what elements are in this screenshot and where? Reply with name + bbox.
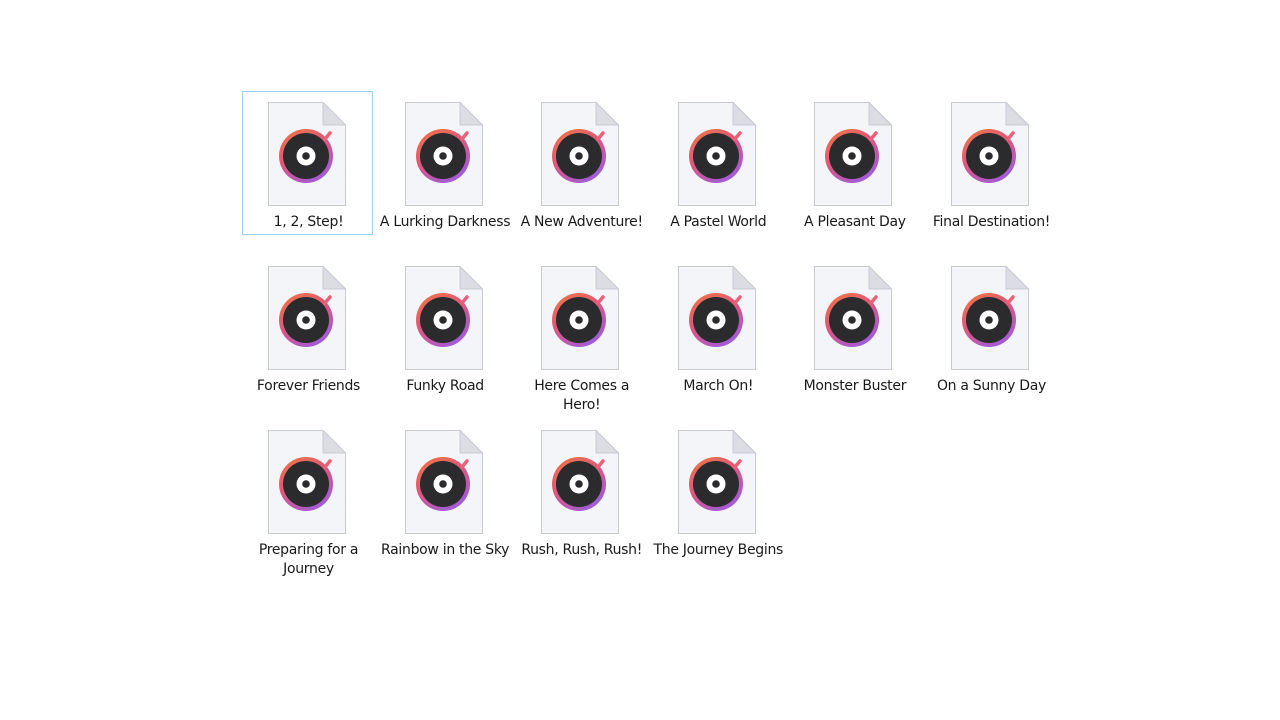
file-name-label: On a Sunny Day bbox=[936, 378, 1046, 394]
file-explorer-content: 1, 2, Step! A Lurking Darkness A New Adven… bbox=[0, 0, 1280, 720]
music-disc-file-icon bbox=[814, 265, 894, 370]
file-name-label: March On! bbox=[683, 378, 754, 394]
music-disc-file-icon bbox=[404, 265, 484, 370]
file-item[interactable]: Final Destination! bbox=[925, 91, 1056, 235]
file-item[interactable]: On a Sunny Day bbox=[925, 255, 1056, 399]
file-item[interactable]: A Lurking Darkness bbox=[379, 91, 511, 235]
music-disc-file-icon bbox=[541, 101, 620, 206]
file-name-label: Here Comes a Hero! bbox=[534, 378, 630, 413]
file-item[interactable]: Monster Buster bbox=[788, 255, 919, 399]
music-disc-file-icon bbox=[268, 265, 347, 370]
file-name-label: Final Destination! bbox=[932, 214, 1051, 230]
file-name-label: Forever Friends bbox=[256, 378, 361, 394]
music-disc-file-icon bbox=[404, 429, 484, 534]
music-disc-file-icon bbox=[541, 265, 620, 370]
music-disc-file-icon bbox=[541, 429, 620, 534]
file-name-label: A New Adventure! bbox=[520, 214, 644, 230]
music-disc-file-icon bbox=[950, 101, 1030, 206]
file-name-label: A Pastel World bbox=[670, 214, 767, 230]
music-disc-file-icon bbox=[814, 101, 894, 206]
file-item[interactable]: A New Adventure! bbox=[515, 91, 646, 235]
file-name-label: The Journey Begins bbox=[653, 542, 784, 558]
file-name-label: Rush, Rush, Rush! bbox=[521, 542, 643, 558]
file-grid: 1, 2, Step! A Lurking Darkness A New Adven… bbox=[242, 91, 1062, 577]
file-item[interactable]: Here Comes a Hero! bbox=[515, 255, 646, 413]
file-item[interactable]: Funky Road bbox=[379, 255, 510, 399]
file-item[interactable]: Forever Friends bbox=[242, 255, 373, 399]
file-name-label: Funky Road bbox=[406, 378, 484, 394]
file-item[interactable]: Rush, Rush, Rush! bbox=[515, 419, 646, 563]
file-item[interactable]: 1, 2, Step! bbox=[242, 91, 373, 235]
file-item[interactable]: March On! bbox=[652, 255, 783, 399]
file-name-label: Preparing for a Journey bbox=[258, 542, 359, 577]
file-name-label: 1, 2, Step! bbox=[273, 214, 344, 230]
music-disc-file-icon bbox=[950, 265, 1030, 370]
music-disc-file-icon bbox=[677, 101, 757, 206]
file-item[interactable]: Preparing for a Journey bbox=[242, 419, 373, 577]
music-disc-file-icon bbox=[268, 429, 347, 534]
music-disc-file-icon bbox=[404, 101, 484, 206]
file-name-label: A Pleasant Day bbox=[804, 214, 906, 230]
file-name-label: Monster Buster bbox=[803, 378, 907, 394]
file-item[interactable]: A Pastel World bbox=[652, 91, 783, 235]
file-name-label: Rainbow in the Sky bbox=[381, 542, 510, 558]
music-disc-file-icon bbox=[677, 265, 757, 370]
file-item[interactable]: A Pleasant Day bbox=[788, 91, 919, 235]
music-disc-file-icon bbox=[268, 101, 347, 206]
file-item[interactable]: The Journey Begins bbox=[652, 419, 783, 563]
music-disc-file-icon bbox=[677, 429, 757, 534]
file-name-label: A Lurking Darkness bbox=[379, 214, 511, 230]
file-item[interactable]: Rainbow in the Sky bbox=[379, 419, 510, 563]
